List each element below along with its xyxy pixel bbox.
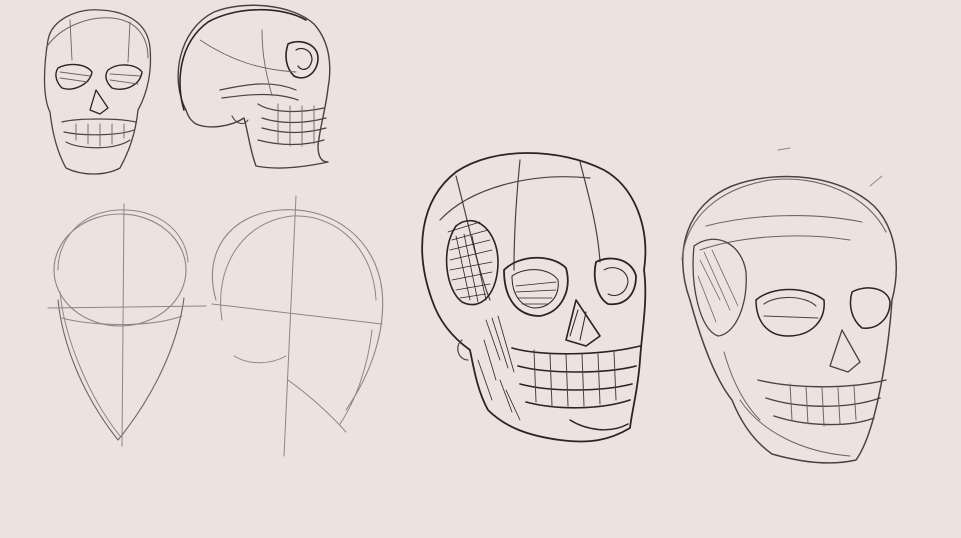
head-construction-side bbox=[211, 195, 384, 457]
skull-side-small bbox=[177, 4, 331, 169]
skull-front-small bbox=[43, 9, 152, 175]
head-construction-front bbox=[47, 203, 207, 447]
sketch-layer bbox=[43, 4, 897, 464]
skull-three-quarter-shaded bbox=[421, 152, 647, 443]
skull-three-quarter-outline bbox=[681, 147, 897, 464]
drawing-canvas[interactable] bbox=[0, 0, 961, 538]
